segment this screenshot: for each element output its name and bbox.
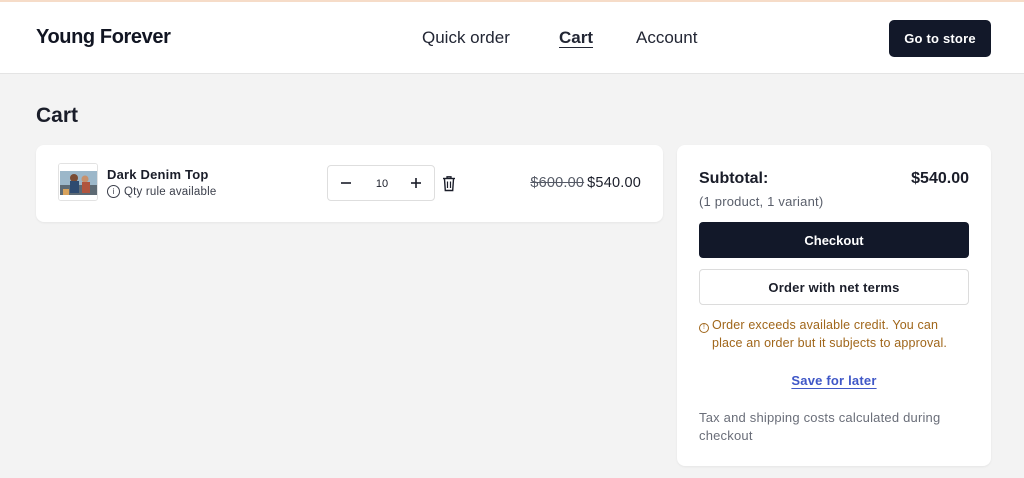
- info-icon: i: [107, 185, 120, 198]
- checkout-button[interactable]: Checkout: [699, 222, 969, 258]
- increase-quantity-button[interactable]: [406, 173, 426, 193]
- page-title: Cart: [36, 104, 79, 127]
- subtotal-label: Subtotal:: [699, 170, 769, 187]
- site-header: Young Forever Quick order Cart Account G…: [0, 2, 1024, 74]
- brand-logo[interactable]: Young Forever: [36, 26, 171, 49]
- trash-icon: [443, 176, 455, 192]
- subtotal-value: $540.00: [911, 170, 969, 187]
- go-to-store-button[interactable]: Go to store: [889, 20, 991, 57]
- quantity-stepper: [327, 165, 435, 201]
- remove-item-button[interactable]: [441, 175, 457, 193]
- nav-quick-order[interactable]: Quick order: [422, 28, 510, 48]
- original-price: $600.00: [530, 175, 585, 191]
- minus-icon: [341, 182, 351, 184]
- save-for-later-wrapper: Save for later: [677, 372, 991, 390]
- product-name[interactable]: Dark Denim Top: [107, 167, 209, 182]
- save-for-later-link[interactable]: Save for later: [791, 373, 876, 388]
- plus-icon: [411, 178, 421, 188]
- tax-shipping-note: Tax and shipping costs calculated during…: [699, 410, 941, 443]
- product-thumbnail[interactable]: [58, 163, 98, 201]
- discounted-price: $540.00: [587, 175, 641, 191]
- qty-rule-note[interactable]: i Qty rule available: [107, 185, 216, 198]
- warning-text-line2: place an order but it subjects to approv…: [712, 336, 948, 350]
- decrease-quantity-button[interactable]: [336, 173, 356, 193]
- nav-cart[interactable]: Cart: [559, 28, 593, 48]
- warning-text-line1: Order exceeds available credit. You can: [712, 318, 939, 332]
- order-summary-card: Subtotal: $540.00 (1 product, 1 variant)…: [677, 145, 991, 466]
- cart-item-card: Dark Denim Top i Qty rule available $600…: [36, 145, 663, 222]
- credit-warning: ! Order exceeds available credit. You can…: [699, 316, 971, 352]
- item-count-note: (1 product, 1 variant): [699, 194, 824, 209]
- item-price: $600.00 $540.00: [530, 175, 641, 191]
- qty-rule-label: Qty rule available: [124, 185, 217, 198]
- net-terms-button[interactable]: Order with net terms: [699, 269, 969, 305]
- quantity-input[interactable]: [364, 175, 400, 193]
- nav-account[interactable]: Account: [636, 28, 697, 48]
- warning-icon: !: [699, 323, 709, 333]
